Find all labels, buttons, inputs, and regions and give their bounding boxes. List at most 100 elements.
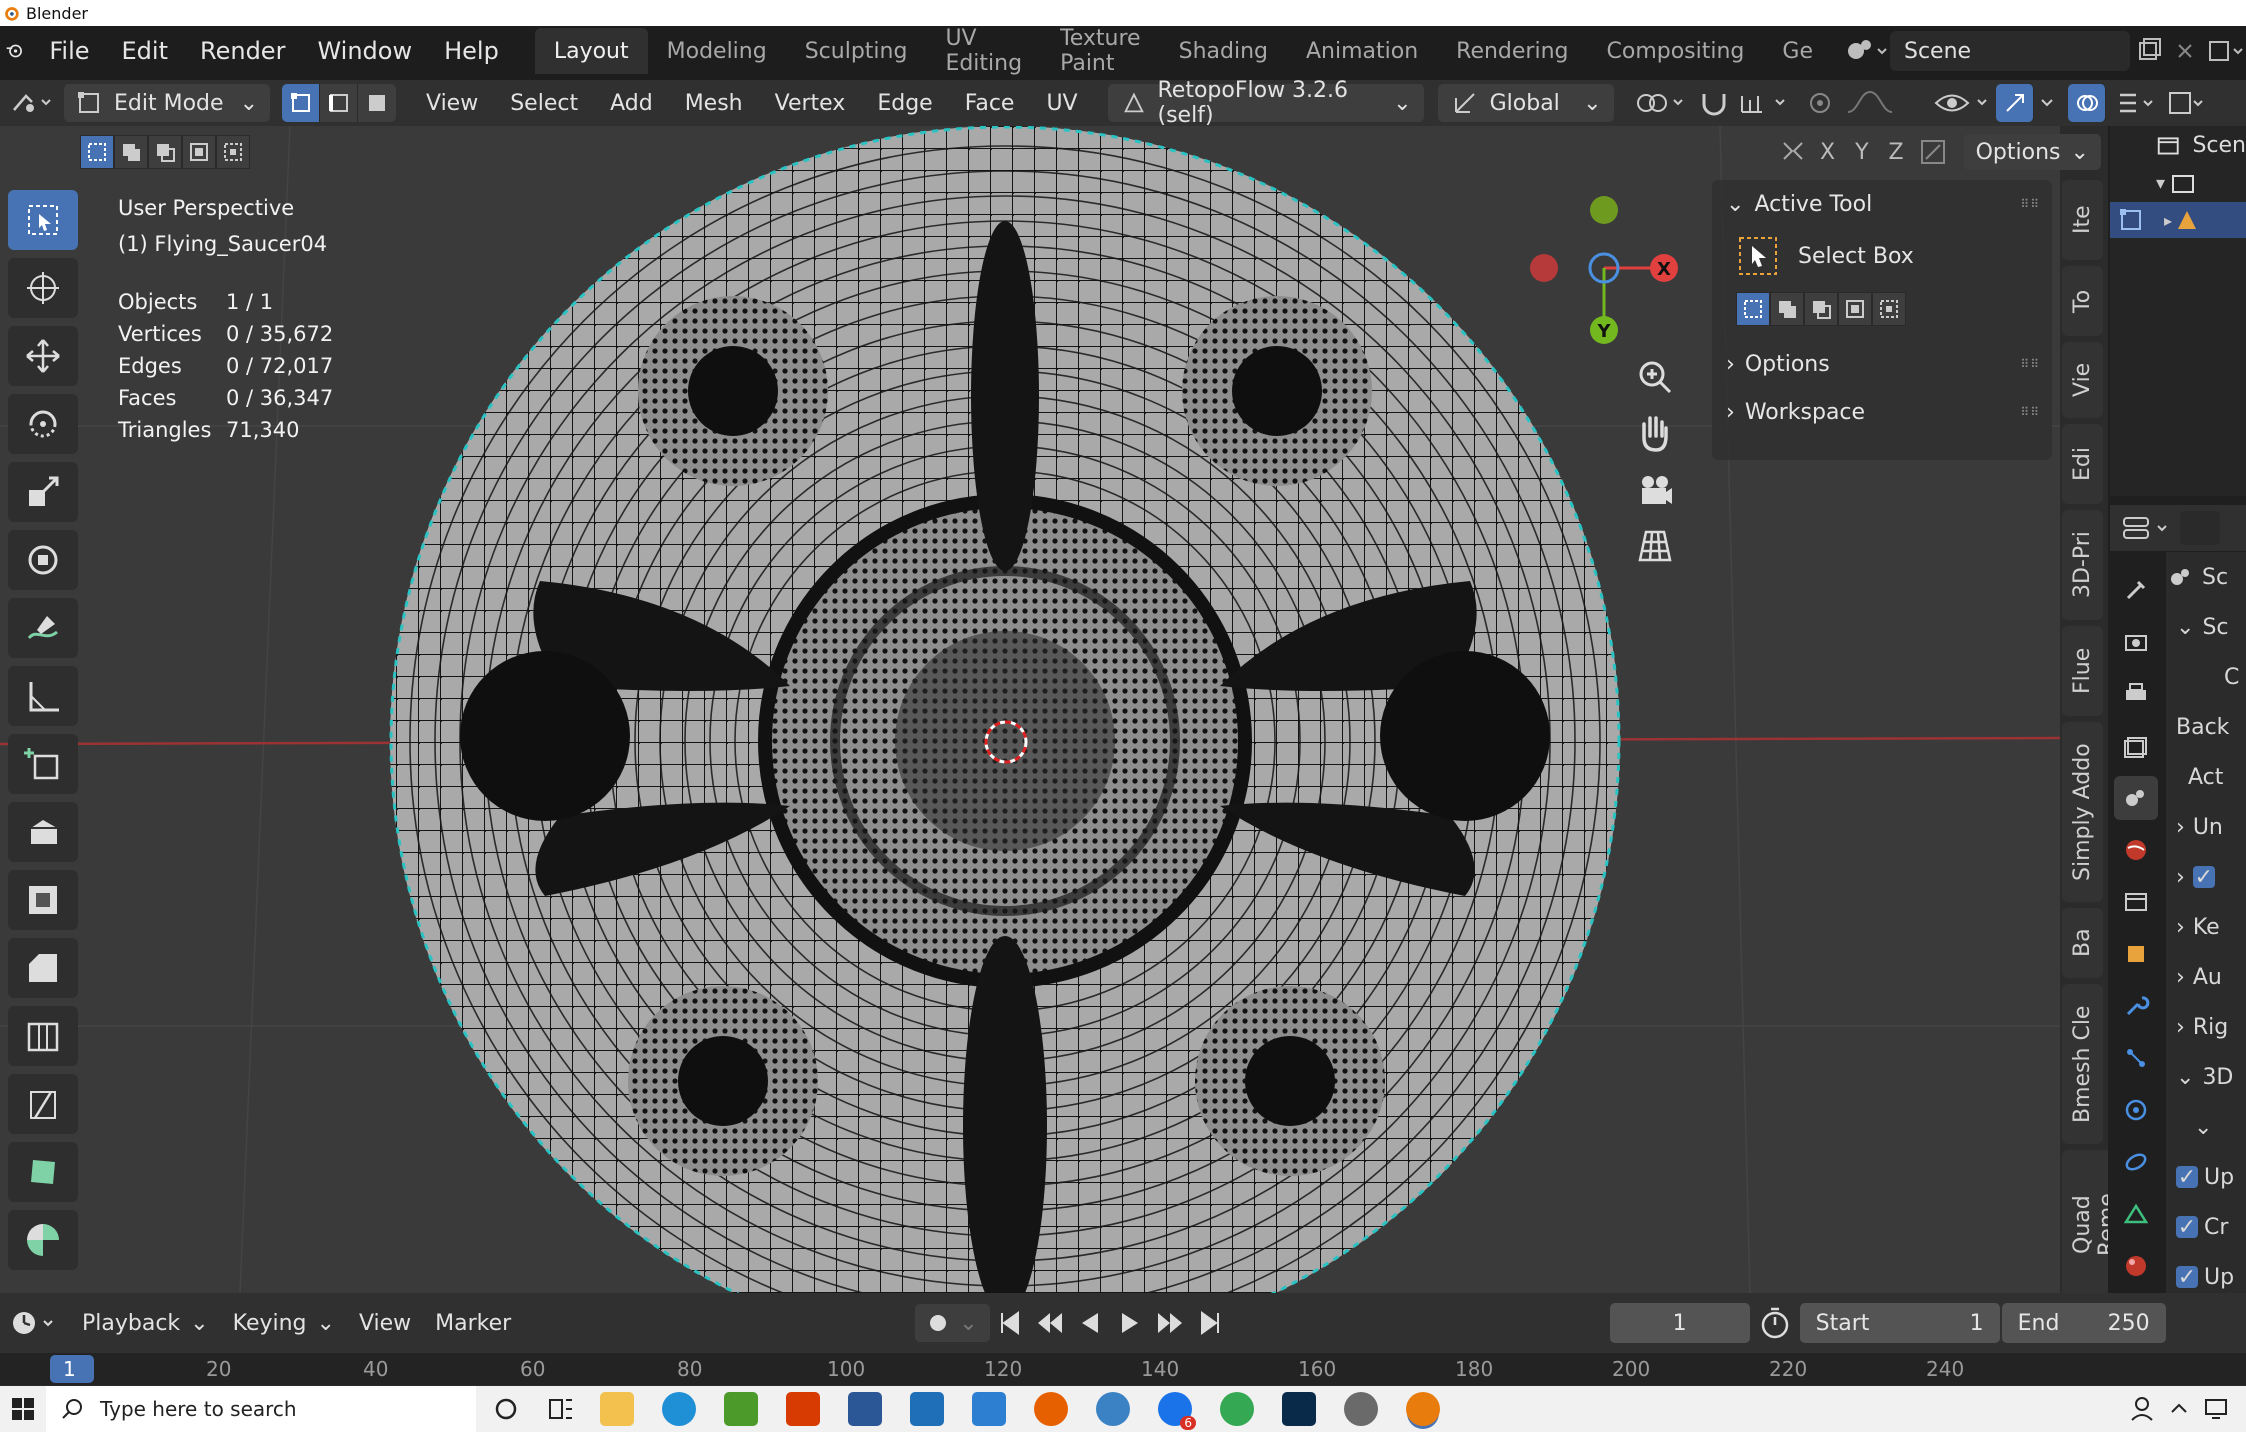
props-camera-field[interactable]: C <box>2166 652 2246 702</box>
panel-grip-icon[interactable]: ⠿⠿ <box>2020 357 2040 371</box>
editor-type-button[interactable] <box>0 84 64 122</box>
blender-menu-icon[interactable] <box>0 26 33 76</box>
checkbox-checked-icon[interactable]: ✓ <box>2176 1265 2198 1290</box>
tool-mode-subtract[interactable] <box>1804 292 1838 326</box>
tab-texture-paint[interactable]: Texture Paint <box>1041 26 1160 76</box>
task-view-icon[interactable] <box>536 1386 586 1432</box>
header-menu-add[interactable]: Add <box>594 91 669 116</box>
checkbox-checked-icon[interactable]: ✓ <box>2176 1215 2198 1240</box>
properties-editor-type-icon[interactable] <box>2110 508 2180 548</box>
taskbar-search-box[interactable]: Type here to search <box>46 1386 476 1432</box>
pan-hand-icon[interactable] <box>1630 406 1680 462</box>
timeline-view-menu[interactable]: View <box>347 1304 423 1342</box>
props-tab-collection[interactable] <box>2114 880 2158 924</box>
overlay-toggle-button[interactable] <box>2068 84 2106 122</box>
zoom-icon[interactable] <box>1630 350 1680 406</box>
props-tab-physics[interactable] <box>2114 1088 2158 1132</box>
copy-scene-icon[interactable] <box>2130 31 2170 71</box>
props-gravity-panel[interactable]: › ✓ <box>2166 852 2246 902</box>
perspective-toggle-icon[interactable] <box>1630 518 1680 574</box>
mirror-x-toggle[interactable]: X <box>1810 140 1845 165</box>
props-subpanel-toggle[interactable]: ⌄ <box>2166 1102 2246 1152</box>
office-icon[interactable] <box>786 1392 820 1426</box>
sidebar-tab-tool[interactable]: To <box>2062 266 2103 336</box>
navigation-gizmo[interactable]: X Y <box>1520 186 1680 346</box>
close-scene-icon[interactable] <box>2170 31 2200 71</box>
tool-bevel[interactable] <box>8 938 78 998</box>
menu-edit[interactable]: Edit <box>106 26 184 76</box>
network-icon[interactable] <box>2196 1386 2236 1432</box>
play-reverse-icon[interactable] <box>1070 1303 1110 1343</box>
tool-mode-invert[interactable] <box>1838 292 1872 326</box>
auto-merge-icon[interactable] <box>1914 135 1958 169</box>
pivot-point-icon[interactable] <box>1628 84 1694 122</box>
tool-mode-intersect[interactable] <box>1872 292 1906 326</box>
props-tab-particles[interactable] <box>2114 1036 2158 1080</box>
gizmo-neg-x-icon[interactable] <box>1530 254 1558 282</box>
props-units-panel[interactable]: › Un <box>2166 802 2246 852</box>
chevron-up-icon[interactable] <box>2162 1386 2196 1432</box>
menu-file[interactable]: File <box>33 26 105 76</box>
tab-animation[interactable]: Animation <box>1287 28 1437 74</box>
props-create-checkbox-row[interactable]: ✓ Cr <box>2166 1202 2246 1252</box>
props-background-field[interactable]: Back <box>2166 702 2246 752</box>
flying-saucer-mesh[interactable] <box>390 126 1620 1293</box>
blender-taskbar-icon[interactable] <box>1406 1392 1440 1426</box>
mirror-y-toggle[interactable]: Y <box>1845 140 1878 165</box>
firefox-icon[interactable] <box>1034 1392 1068 1426</box>
props-tab-modifiers[interactable] <box>2114 984 2158 1028</box>
proportional-edit-icon[interactable] <box>1800 84 1840 122</box>
visibility-eye-icon[interactable] <box>1930 84 1996 122</box>
cortana-icon[interactable] <box>476 1386 536 1432</box>
timeline-ruler[interactable]: 1 20 40 60 80 100 120 140 160 180 200 22… <box>0 1353 2246 1385</box>
props-tab-tool[interactable] <box>2114 568 2158 612</box>
tab-modeling[interactable]: Modeling <box>648 28 786 74</box>
mode-dropdown[interactable]: Edit Mode ⌄ <box>64 84 270 122</box>
active-tool-row[interactable]: Select Box <box>1712 228 2052 284</box>
tab-sculpting[interactable]: Sculpting <box>786 28 927 74</box>
current-frame-field[interactable]: 1 <box>1609 1303 1750 1343</box>
snap-increment-icon[interactable] <box>1734 84 1800 122</box>
transform-orientation-dropdown[interactable]: Global ⌄ <box>1437 84 1614 122</box>
options-panel-header[interactable]: › Options ⠿⠿ <box>1712 340 2052 388</box>
display-mode-icon[interactable] <box>2160 83 2210 123</box>
next-keyframe-icon[interactable] <box>1150 1303 1190 1343</box>
tool-knife[interactable] <box>8 1074 78 1134</box>
jump-start-icon[interactable] <box>990 1303 1030 1343</box>
header-menu-vertex[interactable]: Vertex <box>759 91 862 116</box>
props-scene-panel[interactable]: ⌄ Sc <box>2166 602 2246 652</box>
settings-gear-icon[interactable] <box>1344 1392 1378 1426</box>
tool-spin[interactable] <box>8 1210 78 1270</box>
header-menu-view[interactable]: View <box>410 91 494 116</box>
panel-grip-icon[interactable]: ⠿⠿ <box>2020 197 2040 211</box>
layers-app-icon[interactable] <box>724 1392 758 1426</box>
tool-scale[interactable] <box>8 462 78 522</box>
tool-add-cube[interactable] <box>8 734 78 794</box>
checkbox-checked-icon[interactable]: ✓ <box>2192 865 2215 890</box>
auto-keying-button[interactable]: ⌄ <box>915 1304 990 1342</box>
header-menu-uv[interactable]: UV <box>1030 91 1093 116</box>
tab-uv-editing[interactable]: UV Editing <box>926 26 1041 76</box>
messenger-icon[interactable]: 6 <box>1158 1392 1196 1430</box>
prev-keyframe-icon[interactable] <box>1030 1303 1070 1343</box>
outliner-scene-row[interactable]: Scen <box>2110 126 2246 164</box>
tab-layout[interactable]: Layout <box>534 28 648 74</box>
stopwatch-icon[interactable] <box>1750 1301 1800 1345</box>
panel-grip-icon[interactable]: ⠿⠿ <box>2020 405 2040 419</box>
workspace-panel-header[interactable]: › Workspace ⠿⠿ <box>1712 388 2052 436</box>
camera-view-icon[interactable] <box>1630 462 1680 518</box>
props-update-checkbox-row[interactable]: ✓ Up <box>2166 1152 2246 1202</box>
edge-browser-icon[interactable] <box>662 1392 696 1426</box>
sidebar-tab-simply-addons[interactable]: Simply Addo <box>2062 722 2103 902</box>
view-layer-icon[interactable] <box>2200 31 2246 71</box>
chrome-icon[interactable] <box>1220 1392 1254 1426</box>
tab-shading[interactable]: Shading <box>1160 28 1287 74</box>
props-tab-material[interactable] <box>2114 1244 2158 1288</box>
tool-move[interactable] <box>8 326 78 386</box>
tool-measure[interactable] <box>8 666 78 726</box>
header-menu-edge[interactable]: Edge <box>861 91 948 116</box>
props-tab-object[interactable] <box>2114 932 2158 976</box>
gizmo-neg-y-icon[interactable] <box>1590 196 1618 224</box>
mirror-z-toggle[interactable]: Z <box>1879 140 1914 165</box>
sidebar-tab-3d-print[interactable]: 3D-Pri <box>2062 510 2103 620</box>
